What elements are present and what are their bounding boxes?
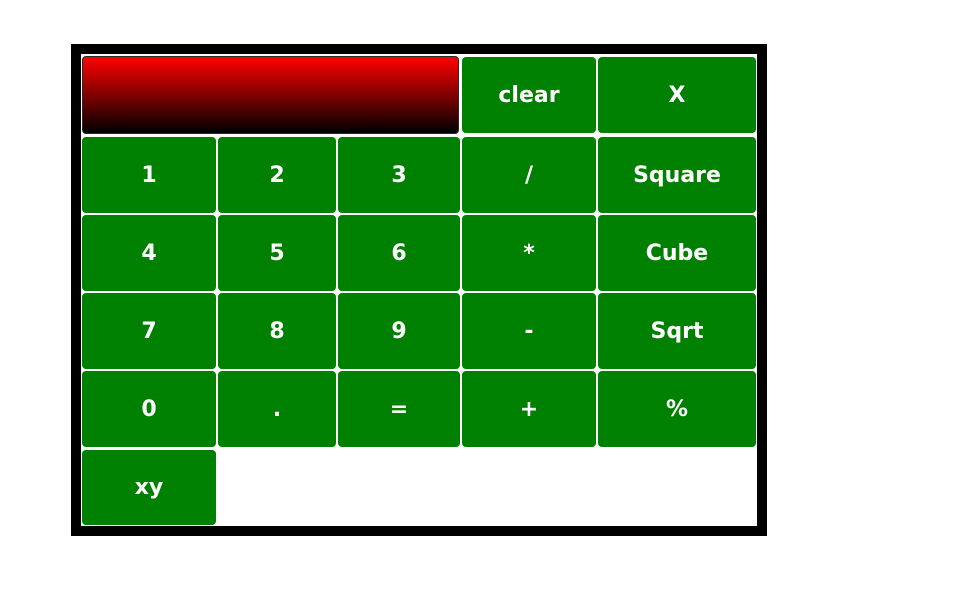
- display-input[interactable]: [82, 56, 459, 134]
- clear-button[interactable]: clear: [462, 57, 596, 133]
- digit-8-button[interactable]: 8: [218, 293, 336, 369]
- multiply-button[interactable]: *: [462, 215, 596, 291]
- percent-button[interactable]: %: [598, 371, 756, 447]
- digit-0-button[interactable]: 0: [82, 371, 216, 447]
- square-button[interactable]: Square: [598, 137, 756, 213]
- divide-button[interactable]: /: [462, 137, 596, 213]
- digit-6-button[interactable]: 6: [338, 215, 460, 291]
- digit-9-button[interactable]: 9: [338, 293, 460, 369]
- add-button[interactable]: +: [462, 371, 596, 447]
- digit-3-button[interactable]: 3: [338, 137, 460, 213]
- digit-1-button[interactable]: 1: [82, 137, 216, 213]
- equals-button[interactable]: =: [338, 371, 460, 447]
- sqrt-button[interactable]: Sqrt: [598, 293, 756, 369]
- digit-2-button[interactable]: 2: [218, 137, 336, 213]
- cube-button[interactable]: Cube: [598, 215, 756, 291]
- subtract-button[interactable]: -: [462, 293, 596, 369]
- decimal-point-button[interactable]: .: [218, 371, 336, 447]
- digit-4-button[interactable]: 4: [82, 215, 216, 291]
- digit-7-button[interactable]: 7: [82, 293, 216, 369]
- power-button[interactable]: xy: [82, 450, 216, 525]
- digit-5-button[interactable]: 5: [218, 215, 336, 291]
- x-button[interactable]: X: [598, 57, 756, 133]
